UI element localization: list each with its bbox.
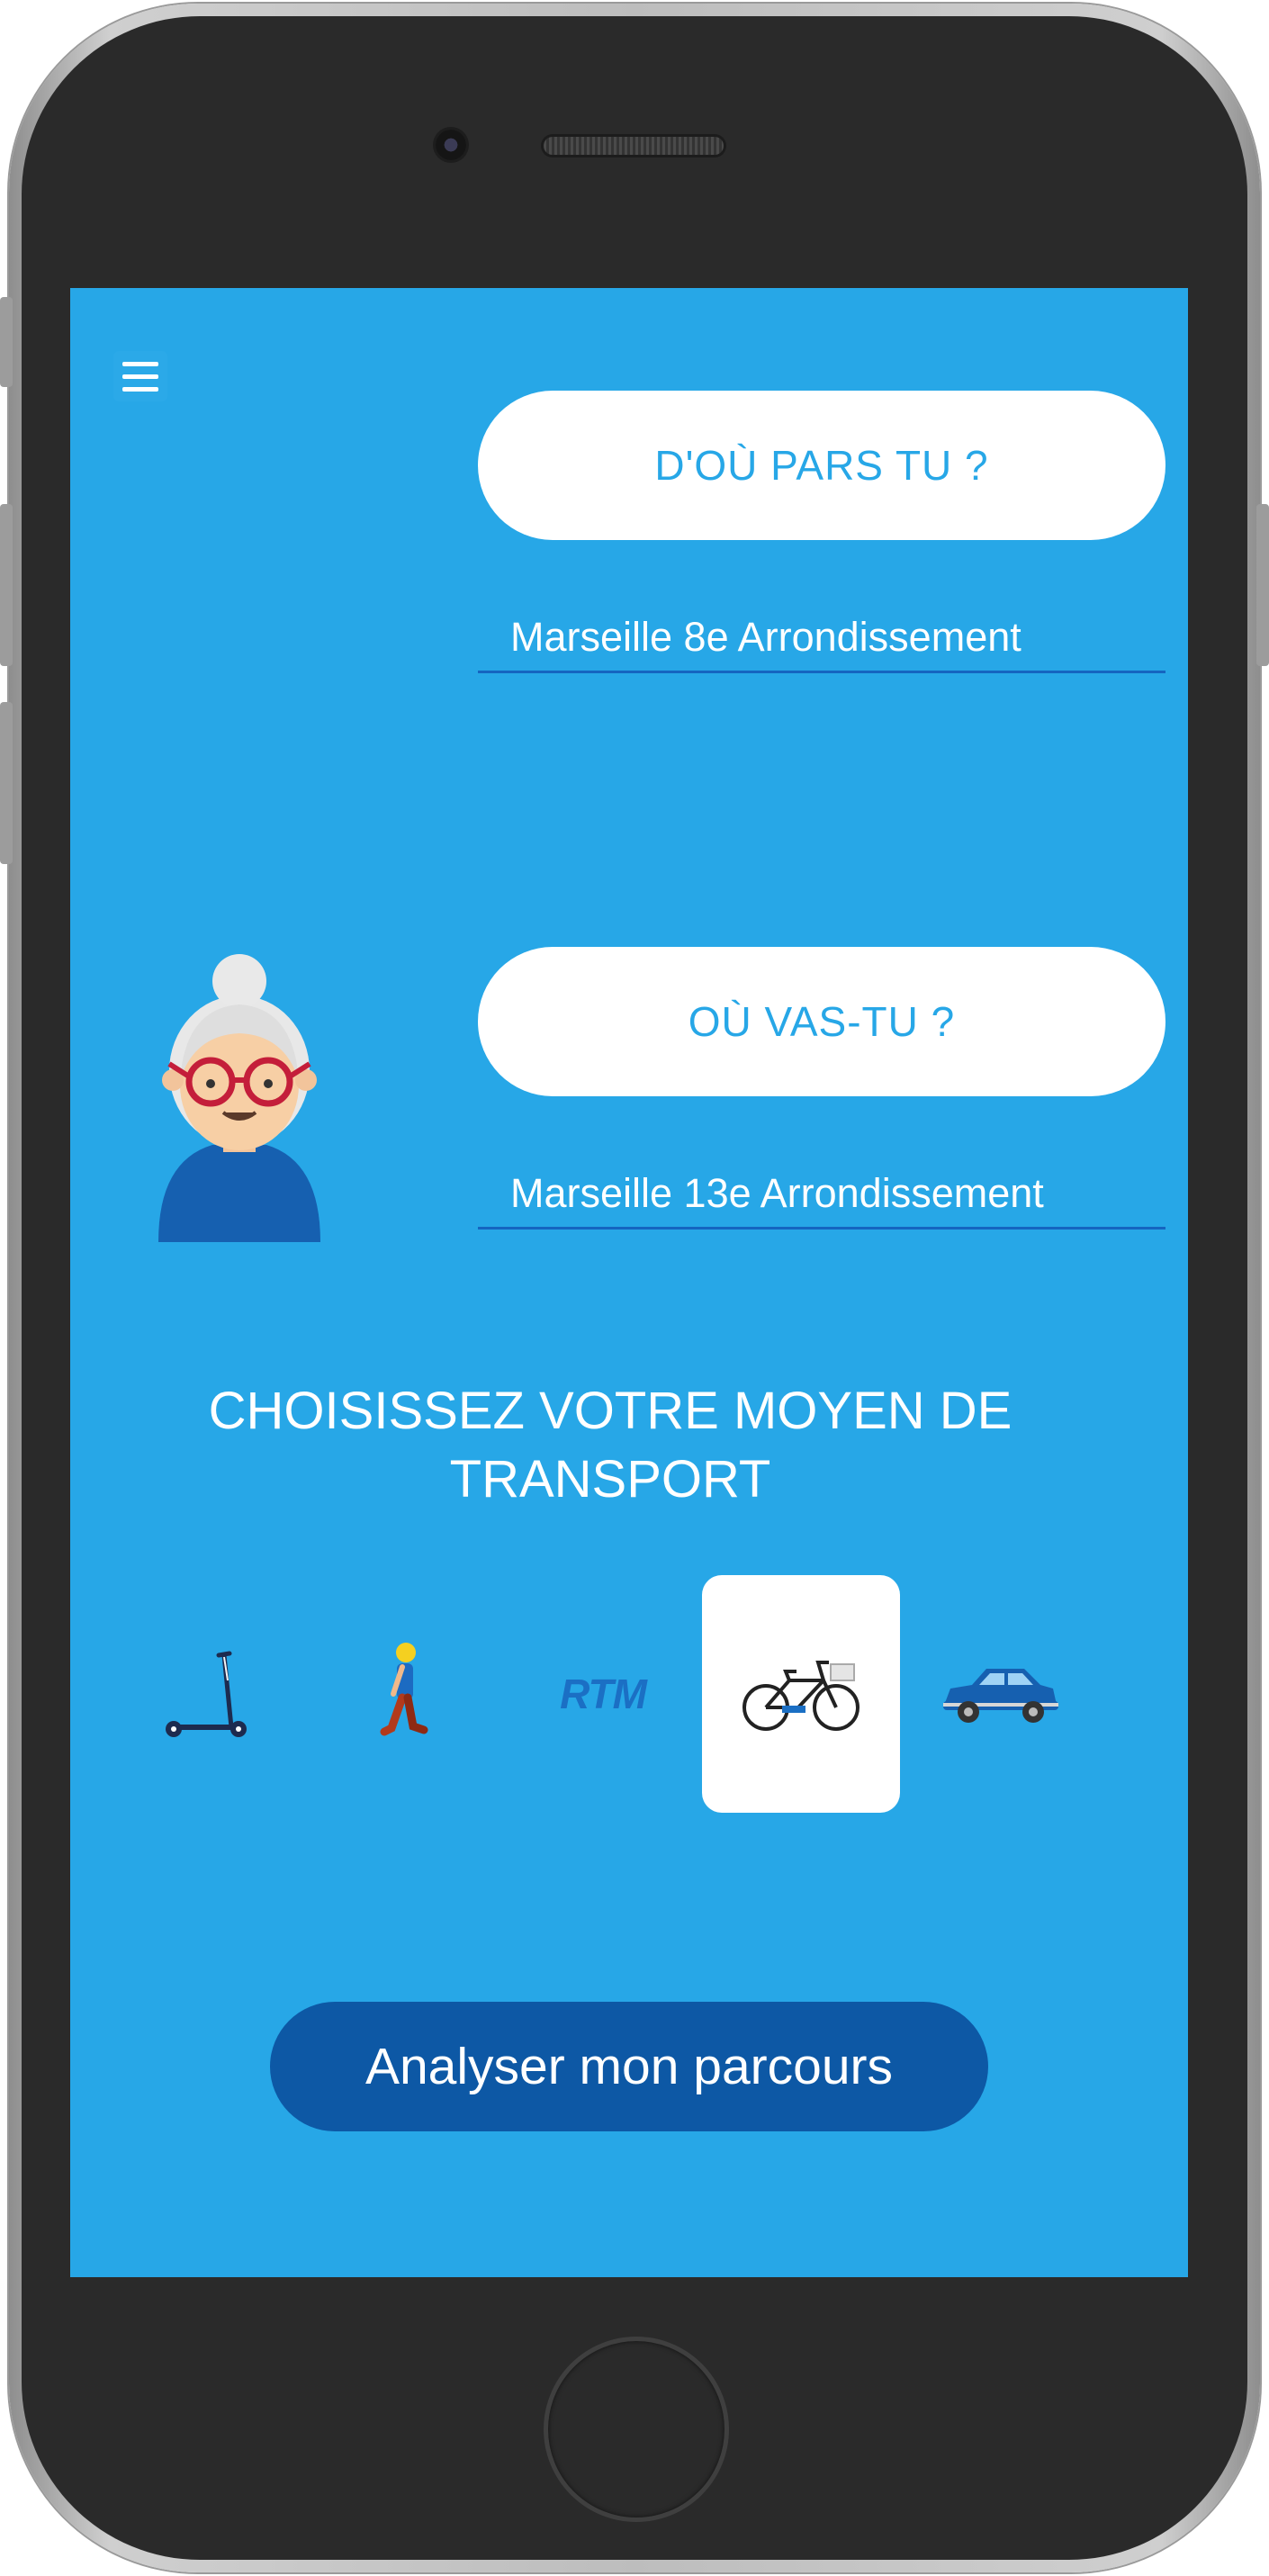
mode-scooter[interactable] <box>108 1575 306 1813</box>
origin-input[interactable]: Marseille 8e Arrondissement <box>478 601 1166 673</box>
mode-rtm[interactable]: RTM <box>504 1575 702 1813</box>
volume-down-button <box>0 702 13 864</box>
grandmother-avatar <box>158 954 320 1242</box>
mode-bicycle[interactable] <box>702 1575 900 1813</box>
analyse-route-button[interactable]: Analyser mon parcours <box>270 2002 988 2131</box>
scooter-icon <box>166 1651 247 1737</box>
volume-up-button <box>0 504 13 666</box>
bicycle-icon <box>742 1661 860 1731</box>
mode-walk[interactable] <box>306 1575 504 1813</box>
earpiece-speaker <box>544 137 724 155</box>
home-button[interactable] <box>544 2337 729 2522</box>
rtm-logo: RTM <box>560 1671 647 1717</box>
hamburger-icon[interactable] <box>113 351 167 401</box>
destination-button[interactable]: OÙ VAS-TU ? <box>478 947 1166 1096</box>
origin-button[interactable]: D'OÙ PARS TU ? <box>478 391 1166 540</box>
destination-input[interactable]: Marseille 13e Arrondissement <box>478 1157 1166 1229</box>
walking-person-icon <box>380 1643 428 1736</box>
front-camera <box>436 130 466 160</box>
car-icon <box>943 1669 1058 1723</box>
transport-heading-line1: CHOISISSEZ VOTRE MOYEN DE <box>208 1382 1012 1440</box>
transport-heading-line2: TRANSPORT <box>449 1450 771 1509</box>
mode-car[interactable] <box>900 1575 1098 1813</box>
mute-switch <box>0 297 13 387</box>
app-screen: D'OÙ PARS TU ? Marseille 8e Arrondisseme… <box>70 288 1188 2277</box>
power-button <box>1256 504 1269 666</box>
transport-heading: CHOISISSEZ VOTRE MOYEN DE TRANSPORT <box>160 1377 1060 1514</box>
